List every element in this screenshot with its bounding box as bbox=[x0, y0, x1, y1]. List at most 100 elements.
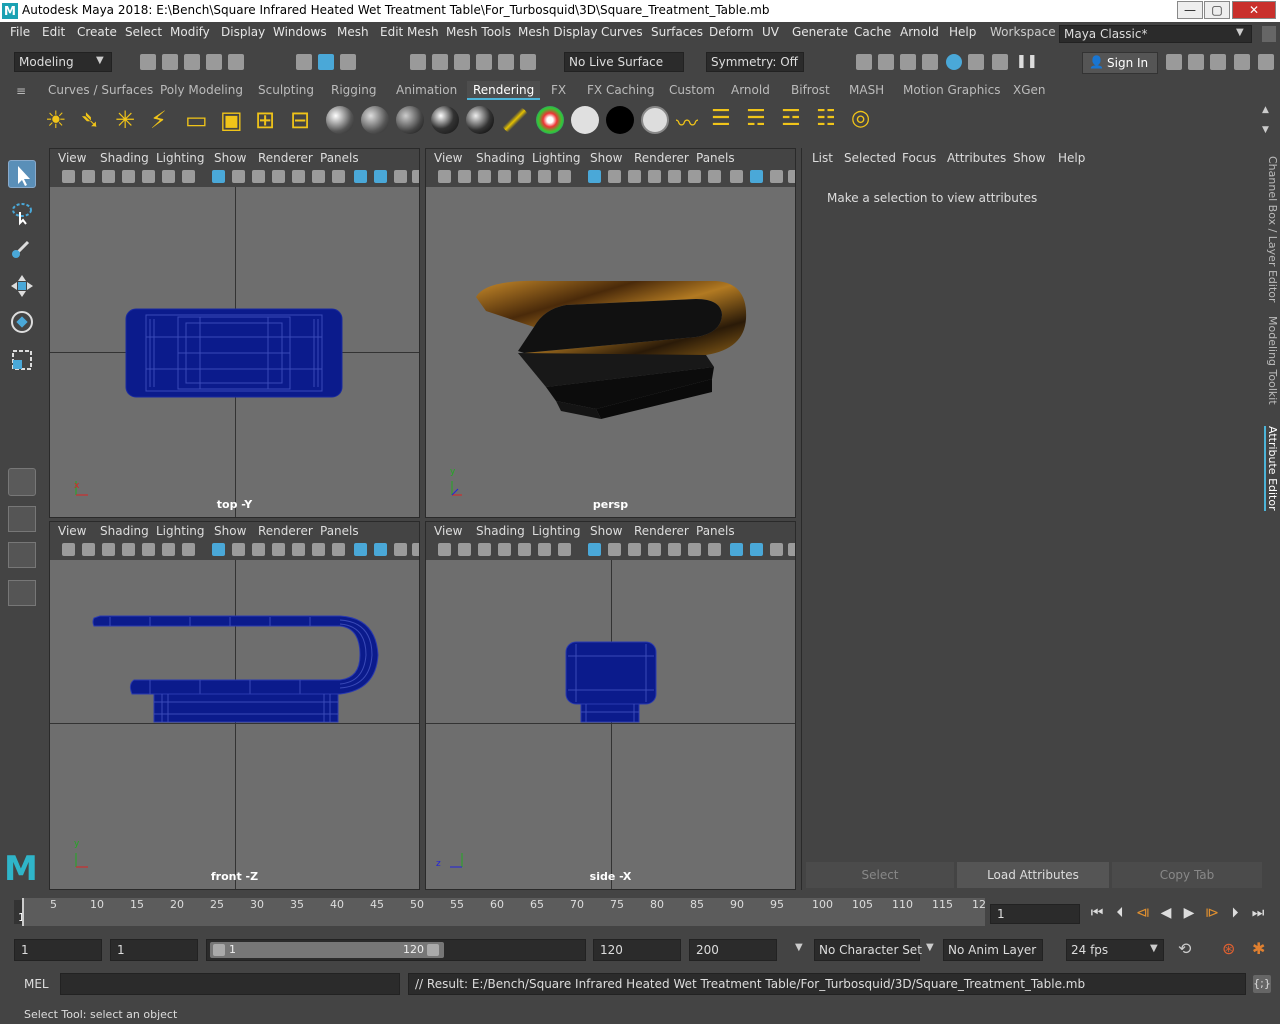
range-end-grip[interactable] bbox=[427, 944, 439, 956]
viewport-menu-lighting[interactable]: Lighting bbox=[532, 151, 581, 165]
phonge-material-icon[interactable] bbox=[431, 106, 459, 134]
viewport-menu-panels[interactable]: Panels bbox=[320, 524, 359, 538]
2d-pan-icon[interactable] bbox=[518, 170, 531, 183]
render-setup-icon[interactable] bbox=[968, 54, 984, 70]
textured-icon[interactable] bbox=[394, 543, 407, 556]
wireframe-icon[interactable] bbox=[730, 543, 743, 556]
viewport-canvas-front[interactable]: y front -Z bbox=[50, 560, 419, 889]
viewport-menu-panels[interactable]: Panels bbox=[696, 524, 735, 538]
scale-tool-icon[interactable] bbox=[8, 346, 36, 374]
spot-light-icon[interactable]: ⚡ bbox=[150, 106, 178, 134]
viewport-menu-lighting[interactable]: Lighting bbox=[156, 524, 205, 538]
2d-pan-icon[interactable] bbox=[142, 170, 155, 183]
viewport-menu-shading[interactable]: Shading bbox=[476, 151, 525, 165]
image-plane-icon[interactable] bbox=[122, 543, 135, 556]
render-view-icon[interactable] bbox=[856, 54, 872, 70]
gate-mask-icon[interactable] bbox=[272, 170, 285, 183]
safe-action-icon[interactable] bbox=[312, 543, 325, 556]
viewport-menu-view[interactable]: View bbox=[434, 524, 462, 538]
menu-create[interactable]: Create bbox=[77, 25, 117, 39]
select-tool-icon[interactable] bbox=[8, 160, 36, 188]
viewport-menu-shading[interactable]: Shading bbox=[100, 524, 149, 538]
viewport-menu-renderer[interactable]: Renderer bbox=[258, 151, 313, 165]
ae-menu-focus[interactable]: Focus bbox=[902, 151, 936, 165]
viewport-menu-show[interactable]: Show bbox=[590, 151, 622, 165]
field-chart-icon[interactable] bbox=[668, 170, 681, 183]
layered-shader-icon[interactable] bbox=[501, 106, 529, 134]
paint-select-tool-icon[interactable] bbox=[8, 234, 36, 262]
grid-toggle-icon[interactable] bbox=[212, 543, 225, 556]
snap-pivot-icon[interactable] bbox=[520, 54, 536, 70]
image-plane-icon[interactable] bbox=[498, 170, 511, 183]
loop-icon[interactable]: ⟲ bbox=[1178, 939, 1191, 958]
area-light-icon[interactable]: ▭ bbox=[185, 106, 213, 134]
grid-icon[interactable] bbox=[558, 170, 571, 183]
ae-menu-selected[interactable]: Selected bbox=[844, 151, 896, 165]
ae-menu-help[interactable]: Help bbox=[1058, 151, 1085, 165]
lasso-tool-icon[interactable] bbox=[8, 198, 36, 226]
viewport-persp[interactable]: View Shading Lighting Show Renderer Pane… bbox=[425, 148, 796, 518]
maximize-button[interactable]: ▢ bbox=[1204, 1, 1230, 19]
film-gate-icon[interactable] bbox=[608, 543, 621, 556]
menu-arnold[interactable]: Arnold bbox=[900, 25, 939, 39]
safe-title-icon[interactable] bbox=[708, 543, 721, 556]
render-batch-icon[interactable]: ☲ bbox=[781, 106, 809, 134]
tab-motion-graphics[interactable]: Motion Graphics bbox=[897, 81, 1007, 100]
render-pass-icon[interactable]: ☴ bbox=[746, 106, 774, 134]
hypershade-icon[interactable] bbox=[946, 54, 962, 70]
ae-select-button[interactable]: Select bbox=[806, 862, 954, 888]
viewport-menu-view[interactable]: View bbox=[58, 151, 86, 165]
menu-edit-mesh[interactable]: Edit Mesh bbox=[380, 25, 439, 39]
step-back-key-icon[interactable]: ⧏ bbox=[1134, 905, 1152, 921]
snap-curve-icon[interactable] bbox=[432, 54, 448, 70]
menu-mesh-tools[interactable]: Mesh Tools bbox=[446, 25, 511, 39]
scene-start-field[interactable]: 1 bbox=[14, 939, 102, 961]
menu-file[interactable]: File bbox=[10, 25, 30, 39]
menu-deform[interactable]: Deform bbox=[709, 25, 754, 39]
menu-uv[interactable]: UV bbox=[762, 25, 779, 39]
lambert-material-icon[interactable] bbox=[361, 106, 389, 134]
character-controls-icon[interactable] bbox=[1188, 54, 1204, 70]
range-slider[interactable]: 1 120 bbox=[206, 939, 586, 961]
gate-mask-icon[interactable] bbox=[272, 543, 285, 556]
menu-help[interactable]: Help bbox=[949, 25, 976, 39]
grid-icon[interactable] bbox=[558, 543, 571, 556]
step-forward-key-icon[interactable]: ⧐ bbox=[1203, 905, 1221, 921]
ae-copy-tab-button[interactable]: Copy Tab bbox=[1112, 862, 1262, 888]
grid-toggle-icon[interactable] bbox=[212, 170, 225, 183]
film-gate-icon[interactable] bbox=[608, 170, 621, 183]
viewport-canvas-side[interactable]: z side -X bbox=[426, 560, 795, 889]
menu-generate[interactable]: Generate bbox=[792, 25, 848, 39]
resolution-gate-icon[interactable] bbox=[252, 543, 265, 556]
playback-end-field[interactable]: 120 bbox=[593, 939, 681, 961]
grid-icon[interactable] bbox=[182, 170, 195, 183]
bookmark-icon[interactable] bbox=[478, 543, 491, 556]
range-start-grip[interactable] bbox=[213, 944, 225, 956]
camera-select-icon[interactable] bbox=[62, 170, 75, 183]
viewport-canvas-top[interactable]: x top -Y bbox=[50, 187, 419, 517]
shelf-scroll-up-icon[interactable]: ▲ bbox=[1262, 105, 1269, 115]
viewport-top[interactable]: View Shading Lighting Show Renderer Pane… bbox=[49, 148, 420, 518]
blinn-material-icon[interactable] bbox=[326, 106, 354, 134]
use-background-icon[interactable] bbox=[606, 106, 634, 134]
select-hierarchy-icon[interactable] bbox=[296, 54, 312, 70]
viewport-front[interactable]: View Shading Lighting Show Renderer Pane… bbox=[49, 521, 420, 890]
wireframe-icon[interactable] bbox=[730, 170, 743, 183]
viewport-menu-renderer[interactable]: Renderer bbox=[258, 524, 313, 538]
surface-shader-icon[interactable] bbox=[571, 106, 599, 134]
menu-curves[interactable]: Curves bbox=[601, 25, 643, 39]
viewport-menu-renderer[interactable]: Renderer bbox=[634, 151, 689, 165]
tab-sculpting[interactable]: Sculpting bbox=[252, 81, 320, 100]
script-editor-icon[interactable]: {;} bbox=[1253, 975, 1271, 993]
menu-cache[interactable]: Cache bbox=[854, 25, 891, 39]
viewport-menu-lighting[interactable]: Lighting bbox=[156, 151, 205, 165]
menu-select[interactable]: Select bbox=[125, 25, 162, 39]
wireframe-icon[interactable] bbox=[354, 170, 367, 183]
modeling-toolkit-icon[interactable] bbox=[1166, 54, 1182, 70]
tab-fx-caching[interactable]: FX Caching bbox=[581, 81, 660, 100]
2d-pan-icon[interactable] bbox=[518, 543, 531, 556]
ambient-light-icon[interactable]: ☀ bbox=[45, 106, 73, 134]
pause-icon[interactable]: ❚❚ bbox=[1016, 54, 1038, 69]
gate-mask-icon[interactable] bbox=[648, 543, 661, 556]
smooth-shade-icon[interactable] bbox=[750, 543, 763, 556]
